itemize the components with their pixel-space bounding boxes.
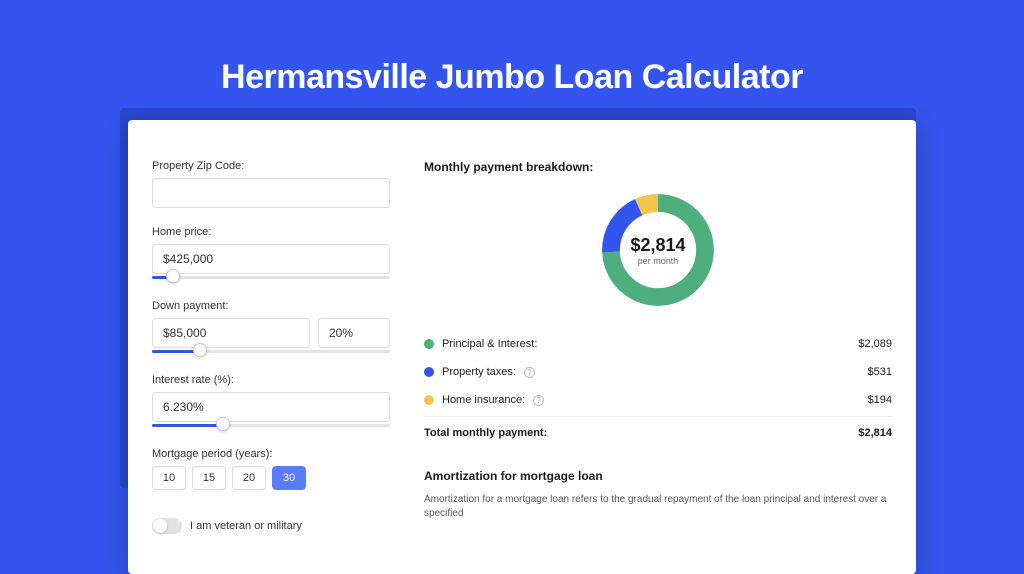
legend-label: Home insurance:	[442, 394, 525, 406]
legend: Principal & Interest: $2,089 Property taxe…	[424, 330, 892, 414]
legend-value: $2,089	[858, 338, 892, 350]
price-field: Home price:	[152, 226, 410, 282]
form-column: Property Zip Code: Home price: Down paym…	[128, 136, 410, 534]
breakdown-heading: Monthly payment breakdown:	[424, 160, 892, 174]
rate-label: Interest rate (%):	[152, 374, 410, 386]
period-segmented: 10152030	[152, 466, 410, 490]
legend-row-green: Principal & Interest: $2,089	[424, 330, 892, 358]
legend-dot-icon	[424, 395, 434, 405]
down-field: Down payment:	[152, 300, 410, 356]
breakdown-column: Monthly payment breakdown: $2,814 per mo…	[410, 136, 916, 534]
page-title: Hermansville Jumbo Loan Calculator	[0, 0, 1024, 97]
veteran-label: I am veteran or military	[190, 520, 302, 532]
legend-value: $531	[868, 366, 892, 378]
veteran-toggle[interactable]	[152, 518, 182, 534]
zip-label: Property Zip Code:	[152, 160, 410, 172]
price-label: Home price:	[152, 226, 410, 238]
down-pct-input[interactable]	[318, 318, 390, 348]
legend-row-yellow: Home insurance:? $194	[424, 386, 892, 414]
down-amount-input[interactable]	[152, 318, 310, 348]
period-option-15[interactable]: 15	[192, 466, 226, 490]
zip-input[interactable]	[152, 178, 390, 208]
amortization-heading: Amortization for mortgage loan	[424, 469, 892, 483]
price-input[interactable]	[152, 244, 390, 274]
legend-dot-icon	[424, 367, 434, 377]
rate-input[interactable]	[152, 392, 390, 422]
legend-row-blue: Property taxes:? $531	[424, 358, 892, 386]
amortization-section: Amortization for mortgage loan Amortizat…	[424, 469, 892, 521]
rate-slider[interactable]	[152, 420, 390, 430]
calculator-card: Property Zip Code: Home price: Down paym…	[128, 120, 916, 574]
down-slider[interactable]	[152, 346, 390, 356]
total-value: $2,814	[858, 427, 892, 439]
zip-field: Property Zip Code:	[152, 160, 410, 208]
total-label: Total monthly payment:	[424, 427, 547, 439]
amortization-text: Amortization for a mortgage loan refers …	[424, 493, 892, 521]
donut-sub: per month	[638, 256, 679, 266]
period-label: Mortgage period (years):	[152, 448, 410, 460]
price-slider[interactable]	[152, 272, 390, 282]
legend-total: Total monthly payment: $2,814	[424, 416, 892, 447]
down-label: Down payment:	[152, 300, 410, 312]
veteran-row: I am veteran or military	[152, 518, 410, 534]
info-icon[interactable]: ?	[533, 395, 544, 406]
rate-field: Interest rate (%):	[152, 374, 410, 430]
period-option-30[interactable]: 30	[272, 466, 306, 490]
period-option-10[interactable]: 10	[152, 466, 186, 490]
donut-wrap: $2,814 per month	[424, 180, 892, 330]
period-option-20[interactable]: 20	[232, 466, 266, 490]
legend-label: Principal & Interest:	[442, 338, 537, 350]
period-field: Mortgage period (years): 10152030	[152, 448, 410, 490]
legend-label: Property taxes:	[442, 366, 516, 378]
info-icon[interactable]: ?	[524, 367, 535, 378]
legend-dot-icon	[424, 339, 434, 349]
donut-chart: $2,814 per month	[596, 188, 720, 312]
donut-amount: $2,814	[630, 235, 685, 256]
legend-value: $194	[868, 394, 892, 406]
